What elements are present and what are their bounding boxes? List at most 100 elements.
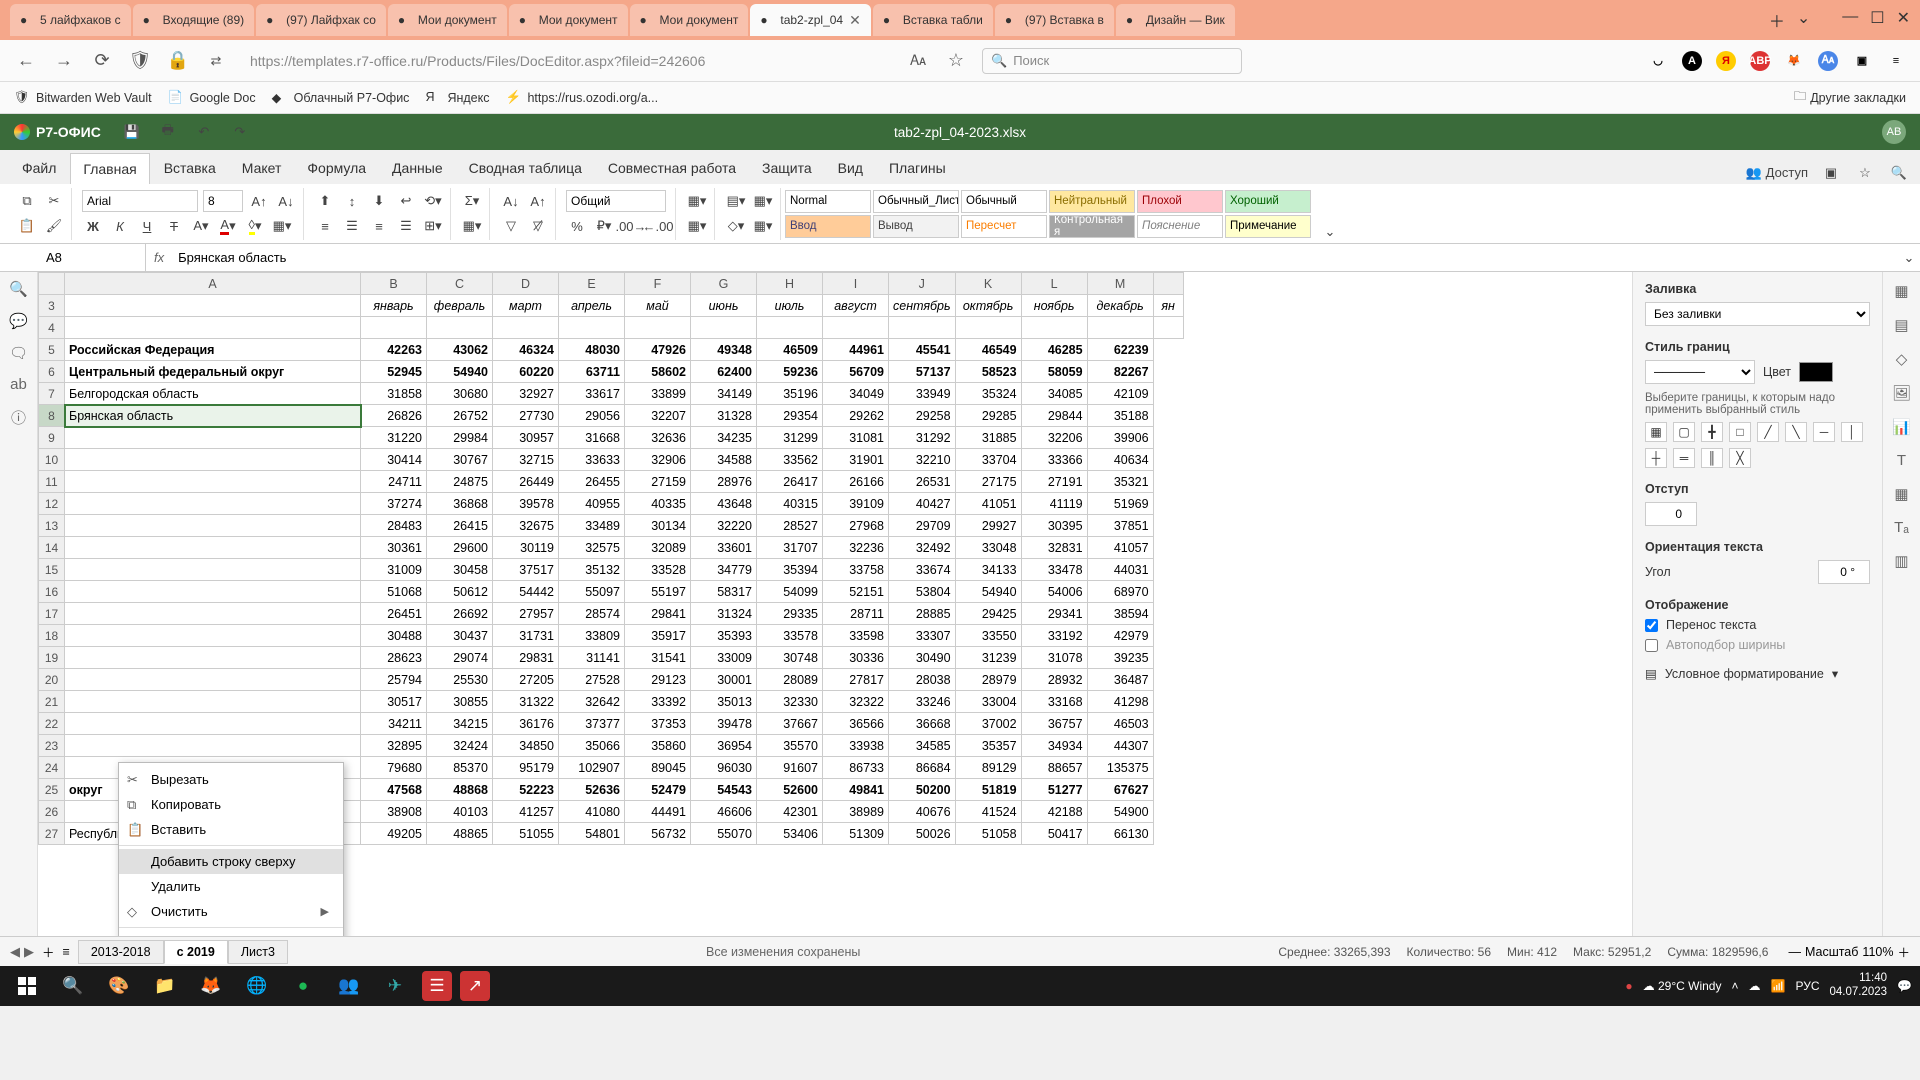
insert-cells-icon[interactable]: ▦▾ [686,190,708,212]
image-props-icon[interactable]: 🖼 [1892,384,1911,402]
fill-down-icon[interactable]: ▦▾ [461,215,483,237]
ctx-Очистить[interactable]: ◇Очистить▶ [119,899,343,924]
ctx-Вырезать[interactable]: ✂Вырезать [119,767,343,792]
sort-asc-icon[interactable]: A↓ [500,190,522,212]
bold-icon[interactable]: Ж [82,215,104,237]
align-left-icon[interactable]: ≡ [314,215,336,237]
borders-icon[interactable]: ▦▾ [271,215,293,237]
clock[interactable]: 11:40 04.07.2023 [1829,972,1887,1000]
cond-format-link[interactable]: ▤ Условное форматирование ▾ [1645,666,1870,681]
bookmark-item[interactable]: 🛡Bitwarden Web Vault [14,90,152,106]
bookmark-item[interactable]: ЯЯндекс [425,90,489,106]
sheet-tab-2013-2018[interactable]: 2013-2018 [78,940,164,964]
ctx-Числовой формат[interactable]: Числовой формат▶ [119,931,343,936]
font-size-select[interactable] [203,190,243,212]
accounting-icon[interactable]: ₽▾ [593,215,615,237]
menu-Плагины[interactable]: Плагины [877,153,958,184]
align-top-icon[interactable]: ⬆ [314,190,336,212]
paint-task-icon[interactable]: 🎨 [100,969,138,1003]
onedrive-icon[interactable]: ☁ [1749,979,1761,993]
firefox-task-icon[interactable]: 🦊 [192,969,230,1003]
formula-expand-icon[interactable]: ⌄ [1898,247,1920,269]
browser-tab[interactable]: ●Мои документ [630,4,749,36]
browser-tab[interactable]: ●tab2-zpl_04✕ [750,4,870,36]
tab-dropdown-button[interactable]: ⌄ [1797,8,1810,32]
ctx-Копировать[interactable]: ⧉Копировать [119,792,343,817]
copy-icon[interactable]: ⧉ [16,190,38,212]
browser-tab[interactable]: ●Мои документ [388,4,507,36]
delete-cells-icon[interactable]: ▦▾ [686,215,708,237]
align-bot-icon[interactable]: ⬇ [368,190,390,212]
favorite-icon[interactable]: ☆ [1854,162,1876,184]
ctx-Добавить строку сверху[interactable]: Добавить строку сверху [119,849,343,874]
style-Пересчет[interactable]: Пересчет [961,215,1047,238]
undo-icon[interactable]: ↶ [193,121,215,143]
wrap-checkbox[interactable] [1645,619,1658,632]
format-painter-icon[interactable]: 🖌 [43,215,65,237]
sign-props-icon[interactable]: Tₐ [1894,519,1909,536]
underline-icon[interactable]: Ч [136,215,158,237]
lang-indicator[interactable]: РУС [1795,979,1819,993]
fill-select[interactable]: Без заливки [1645,302,1870,326]
hamburger-icon[interactable]: ≡ [1886,51,1906,71]
open-location-icon[interactable]: ▣ [1820,162,1842,184]
dec-inc-icon[interactable]: .00→ [620,215,642,237]
style-Обычный_Лист[interactable]: Обычный_Лист [873,190,959,213]
font-name-select[interactable] [82,190,198,212]
browser-tab[interactable]: ●Вставка табли [873,4,993,36]
browser-tab[interactable]: ●Дизайн — Вик [1116,4,1235,36]
menu-Сводная таблица[interactable]: Сводная таблица [457,153,594,184]
border-presets[interactable]: ▦▢╋□╱╲ ─│┼═║╳ [1645,422,1870,468]
other-bookmarks[interactable]: 🗀 Другие закладки [1794,87,1906,108]
wifi-icon[interactable]: 📶 [1771,979,1786,993]
browser-tab[interactable]: ●Входящие (89) [133,4,255,36]
merge-icon[interactable]: ⊞▾ [422,215,444,237]
url-input[interactable] [242,49,892,73]
name-box[interactable]: A8 [38,244,146,271]
sum-icon[interactable]: Σ▾ [461,190,483,212]
shape-props-icon[interactable]: ◇ [1896,350,1908,368]
menu-Вид[interactable]: Вид [826,153,875,184]
spotify-task-icon[interactable]: ● [284,969,322,1003]
ext-icon-y[interactable]: Я [1716,51,1736,71]
bookmark-item[interactable]: ⚡https://rus.ozodi.org/a... [505,90,658,106]
style-Вывод[interactable]: Вывод [873,215,959,238]
search-box[interactable]: 🔍 Поиск [982,48,1242,74]
table-format-icon[interactable]: ▦▾ [752,190,774,212]
border-style-select[interactable]: ────── [1645,360,1755,384]
sort-desc-icon[interactable]: A↑ [527,190,549,212]
window-minimize-button[interactable]: — [1842,8,1858,32]
print-icon[interactable]: 🖶 [157,121,179,143]
cell-format-icon[interactable]: ▦▾ [752,215,774,237]
bookmark-item[interactable]: ◆Облачный Р7-Офис [272,90,410,106]
save-icon[interactable]: 💾 [121,121,143,143]
style-Обычный[interactable]: Обычный [961,190,1047,213]
font-color-icon[interactable]: A▾ [217,215,239,237]
slicer-props-icon[interactable]: ▥ [1894,552,1908,570]
super-sub-icon[interactable]: A▾ [190,215,212,237]
teams-task-icon[interactable]: 👥 [330,969,368,1003]
style-Нейтральный[interactable]: Нейтральный [1049,190,1135,213]
percent-icon[interactable]: % [566,215,588,237]
redo-icon[interactable]: ↷ [229,121,251,143]
ext-icon-fox[interactable]: 🦊 [1784,51,1804,71]
strike-icon[interactable]: Т [163,215,185,237]
text-props-icon[interactable]: T [1897,452,1906,469]
new-tab-button[interactable]: ＋ [1769,8,1785,32]
search-side-icon[interactable]: 🔍 [9,280,28,298]
styles-expand-icon[interactable]: ⌄ [1319,221,1341,243]
feedback-side-icon[interactable]: ⓘ [11,407,26,428]
filter-icon[interactable]: ▽ [500,215,522,237]
menu-Данные[interactable]: Данные [380,153,455,184]
clear-filter-icon[interactable]: ▽̸ [527,215,549,237]
sheet-prev-icon[interactable]: ◀ [10,944,20,960]
sheet-tab-с 2019[interactable]: с 2019 [164,940,228,964]
back-button[interactable]: ← [14,49,38,73]
spreadsheet-grid[interactable]: ABCDEFGHIJKLM3январьфевральмартапрельмай… [38,272,1632,936]
ext-icon-trans[interactable]: 🗛 [1818,51,1838,71]
fx-icon[interactable]: fx [146,250,172,265]
bookmark-item[interactable]: 📄Google Doc [168,90,256,106]
weather-widget[interactable]: ☁ 29°C Windy [1643,979,1722,993]
border-color-swatch[interactable] [1799,362,1833,382]
autofit-checkbox[interactable] [1645,639,1658,652]
